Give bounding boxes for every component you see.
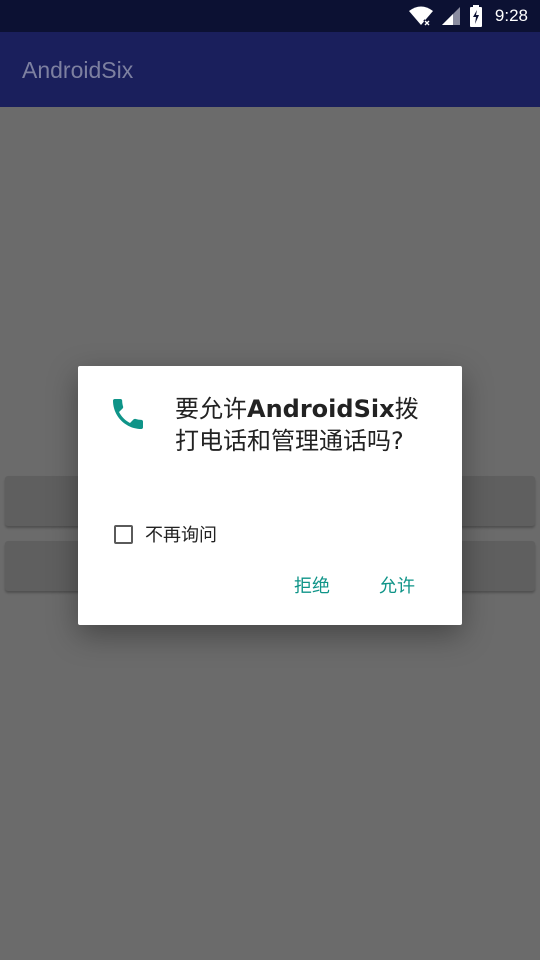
- permission-dialog: 要允许AndroidSix拨打电话和管理通话吗? 不再询问 拒绝 允许: [78, 366, 462, 625]
- status-time: 9:28: [494, 6, 528, 25]
- message-app-name: AndroidSix: [247, 395, 395, 423]
- app-title: AndroidSix: [22, 57, 134, 83]
- cell-signal-icon: [441, 7, 460, 25]
- dont-ask-again-checkbox[interactable]: [114, 524, 133, 544]
- dialog-message: 要允许AndroidSix拨打电话和管理通话吗?: [175, 393, 437, 457]
- app-bar: AndroidSix: [0, 32, 540, 107]
- deny-button[interactable]: 拒绝: [294, 572, 330, 598]
- message-prefix: 要允许: [175, 395, 247, 423]
- status-bar: 9:28: [0, 0, 540, 32]
- status-icons: 9:28: [408, 0, 528, 32]
- allow-button[interactable]: 允许: [379, 572, 415, 598]
- battery-charging-icon: [469, 5, 482, 27]
- dont-ask-again-label: 不再询问: [145, 525, 217, 546]
- dont-ask-again-row[interactable]: 不再询问: [114, 520, 217, 548]
- phone-icon: [113, 399, 143, 429]
- wifi-icon: [408, 6, 433, 26]
